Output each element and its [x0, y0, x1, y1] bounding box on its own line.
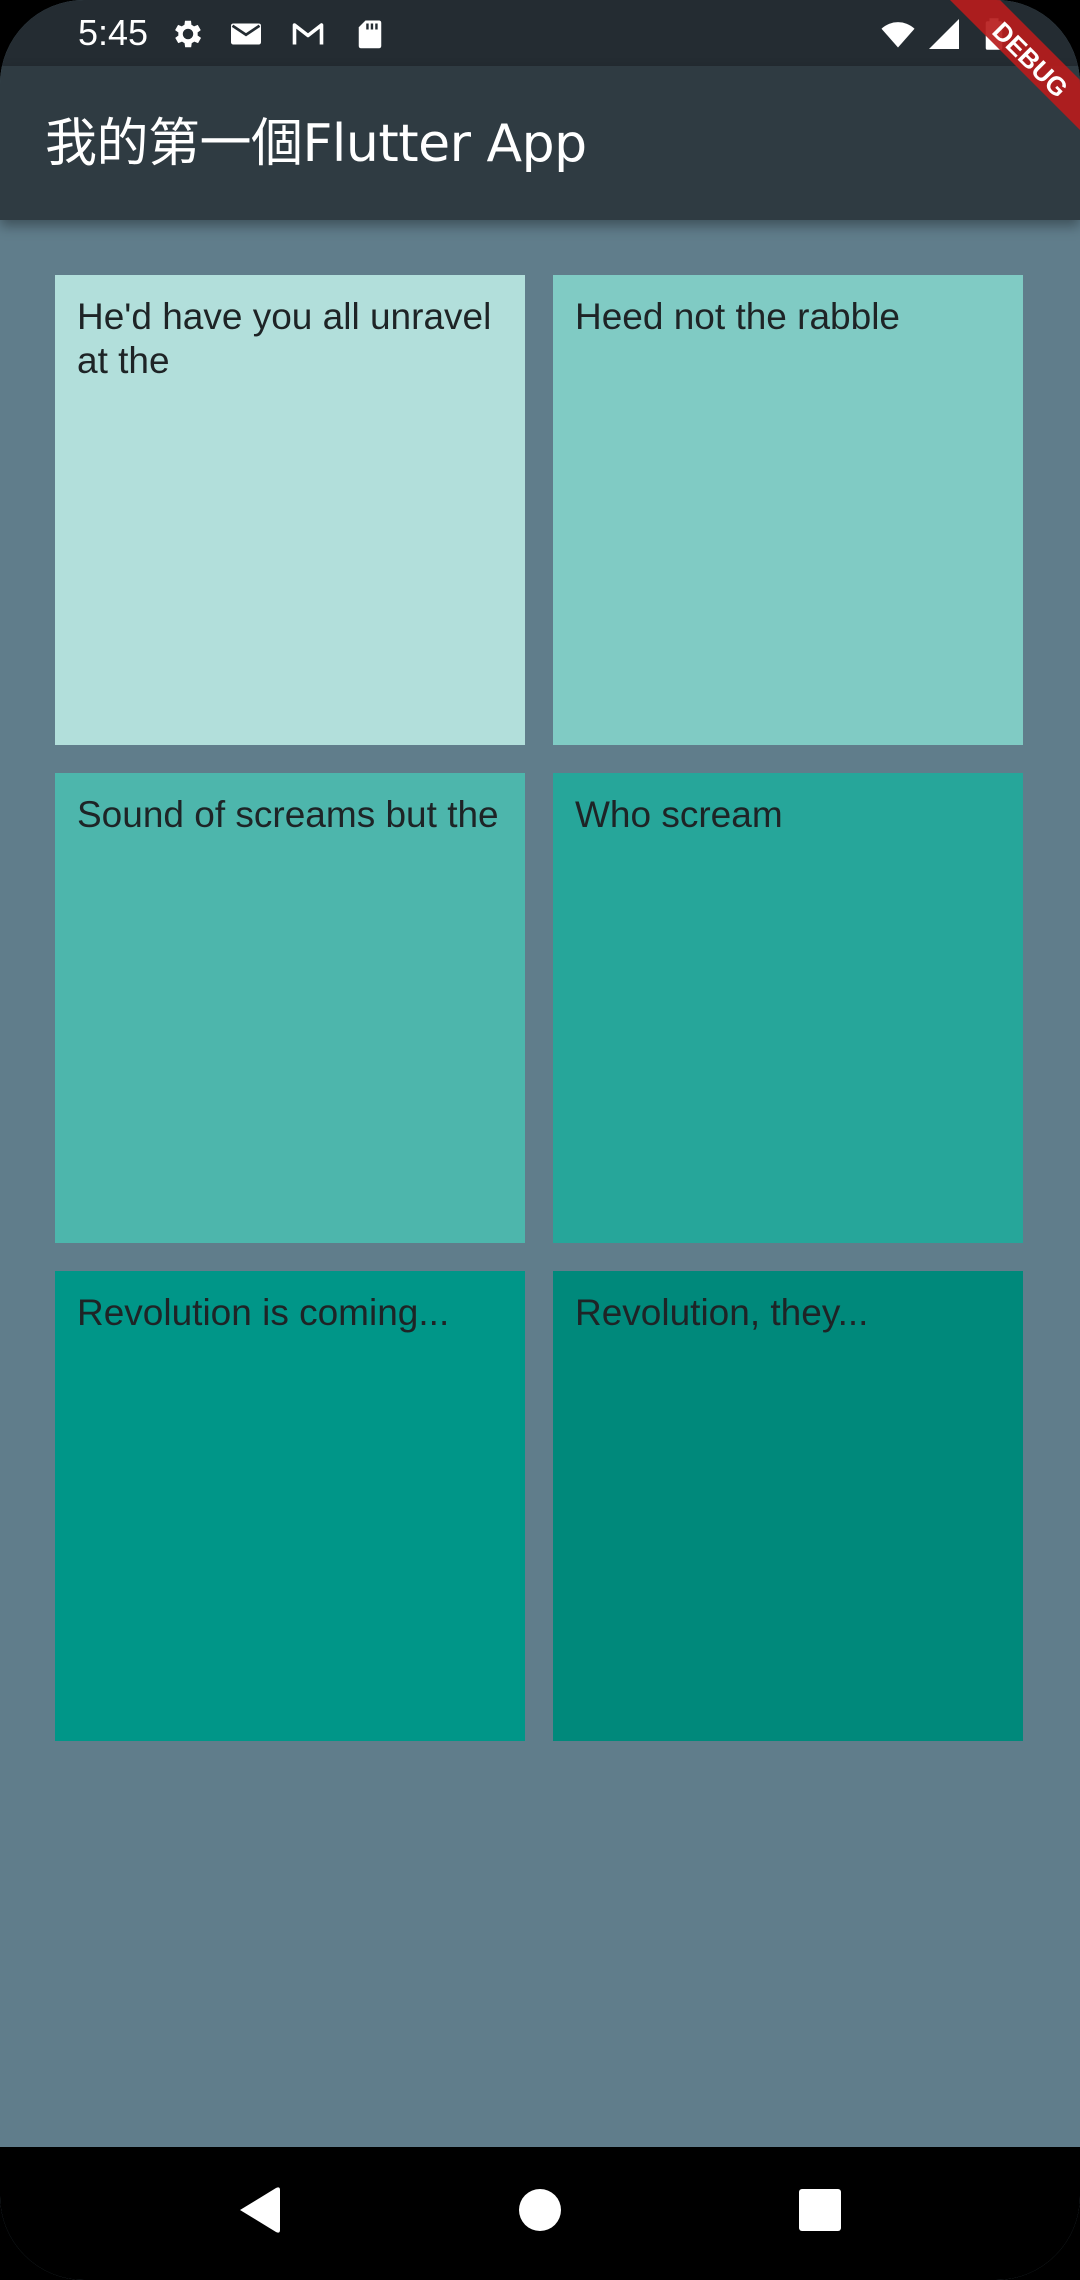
battery-icon	[985, 18, 1003, 50]
sd-card-icon	[358, 20, 382, 49]
grid-tile-text: Who scream	[575, 794, 783, 835]
home-icon[interactable]	[510, 2180, 570, 2240]
grid-tile: Revolution, they...	[553, 1271, 1023, 1741]
grid-tile: Who scream	[553, 773, 1023, 1243]
mail-icon	[231, 23, 261, 45]
gmail-icon	[292, 23, 324, 45]
grid-tile: He'd have you all unravel at the	[55, 275, 525, 745]
grid-tile-text: Heed not the rabble	[575, 296, 901, 337]
wifi-icon	[881, 22, 915, 48]
back-icon[interactable]	[230, 2180, 290, 2240]
signal-icon	[929, 19, 959, 49]
tile-grid: He'd have you all unravel at the Heed not…	[55, 275, 1025, 1741]
grid-tile-text: Sound of screams but the	[77, 794, 499, 835]
grid-tile: Heed not the rabble	[553, 275, 1023, 745]
grid-tile-text: He'd have you all unravel at the	[77, 296, 492, 381]
app-bar: 我的第一個Flutter App	[0, 66, 1080, 220]
grid-tile-text: Revolution, they...	[575, 1292, 869, 1333]
settings-icon	[175, 20, 202, 48]
status-bar: 5:45	[0, 0, 1080, 66]
recents-icon[interactable]	[790, 2180, 850, 2240]
app-title: 我的第一個Flutter App	[45, 114, 587, 174]
navigation-bar	[0, 2147, 1080, 2280]
grid-tile-text: Revolution is coming...	[77, 1292, 450, 1333]
grid-tile: Sound of screams but the	[55, 773, 525, 1243]
app-screen: 5:45 我的第一個Flutter App DEBUG He'd have yo…	[0, 0, 1080, 2280]
status-time: 5:45	[78, 12, 149, 53]
grid-tile: Revolution is coming...	[55, 1271, 525, 1741]
